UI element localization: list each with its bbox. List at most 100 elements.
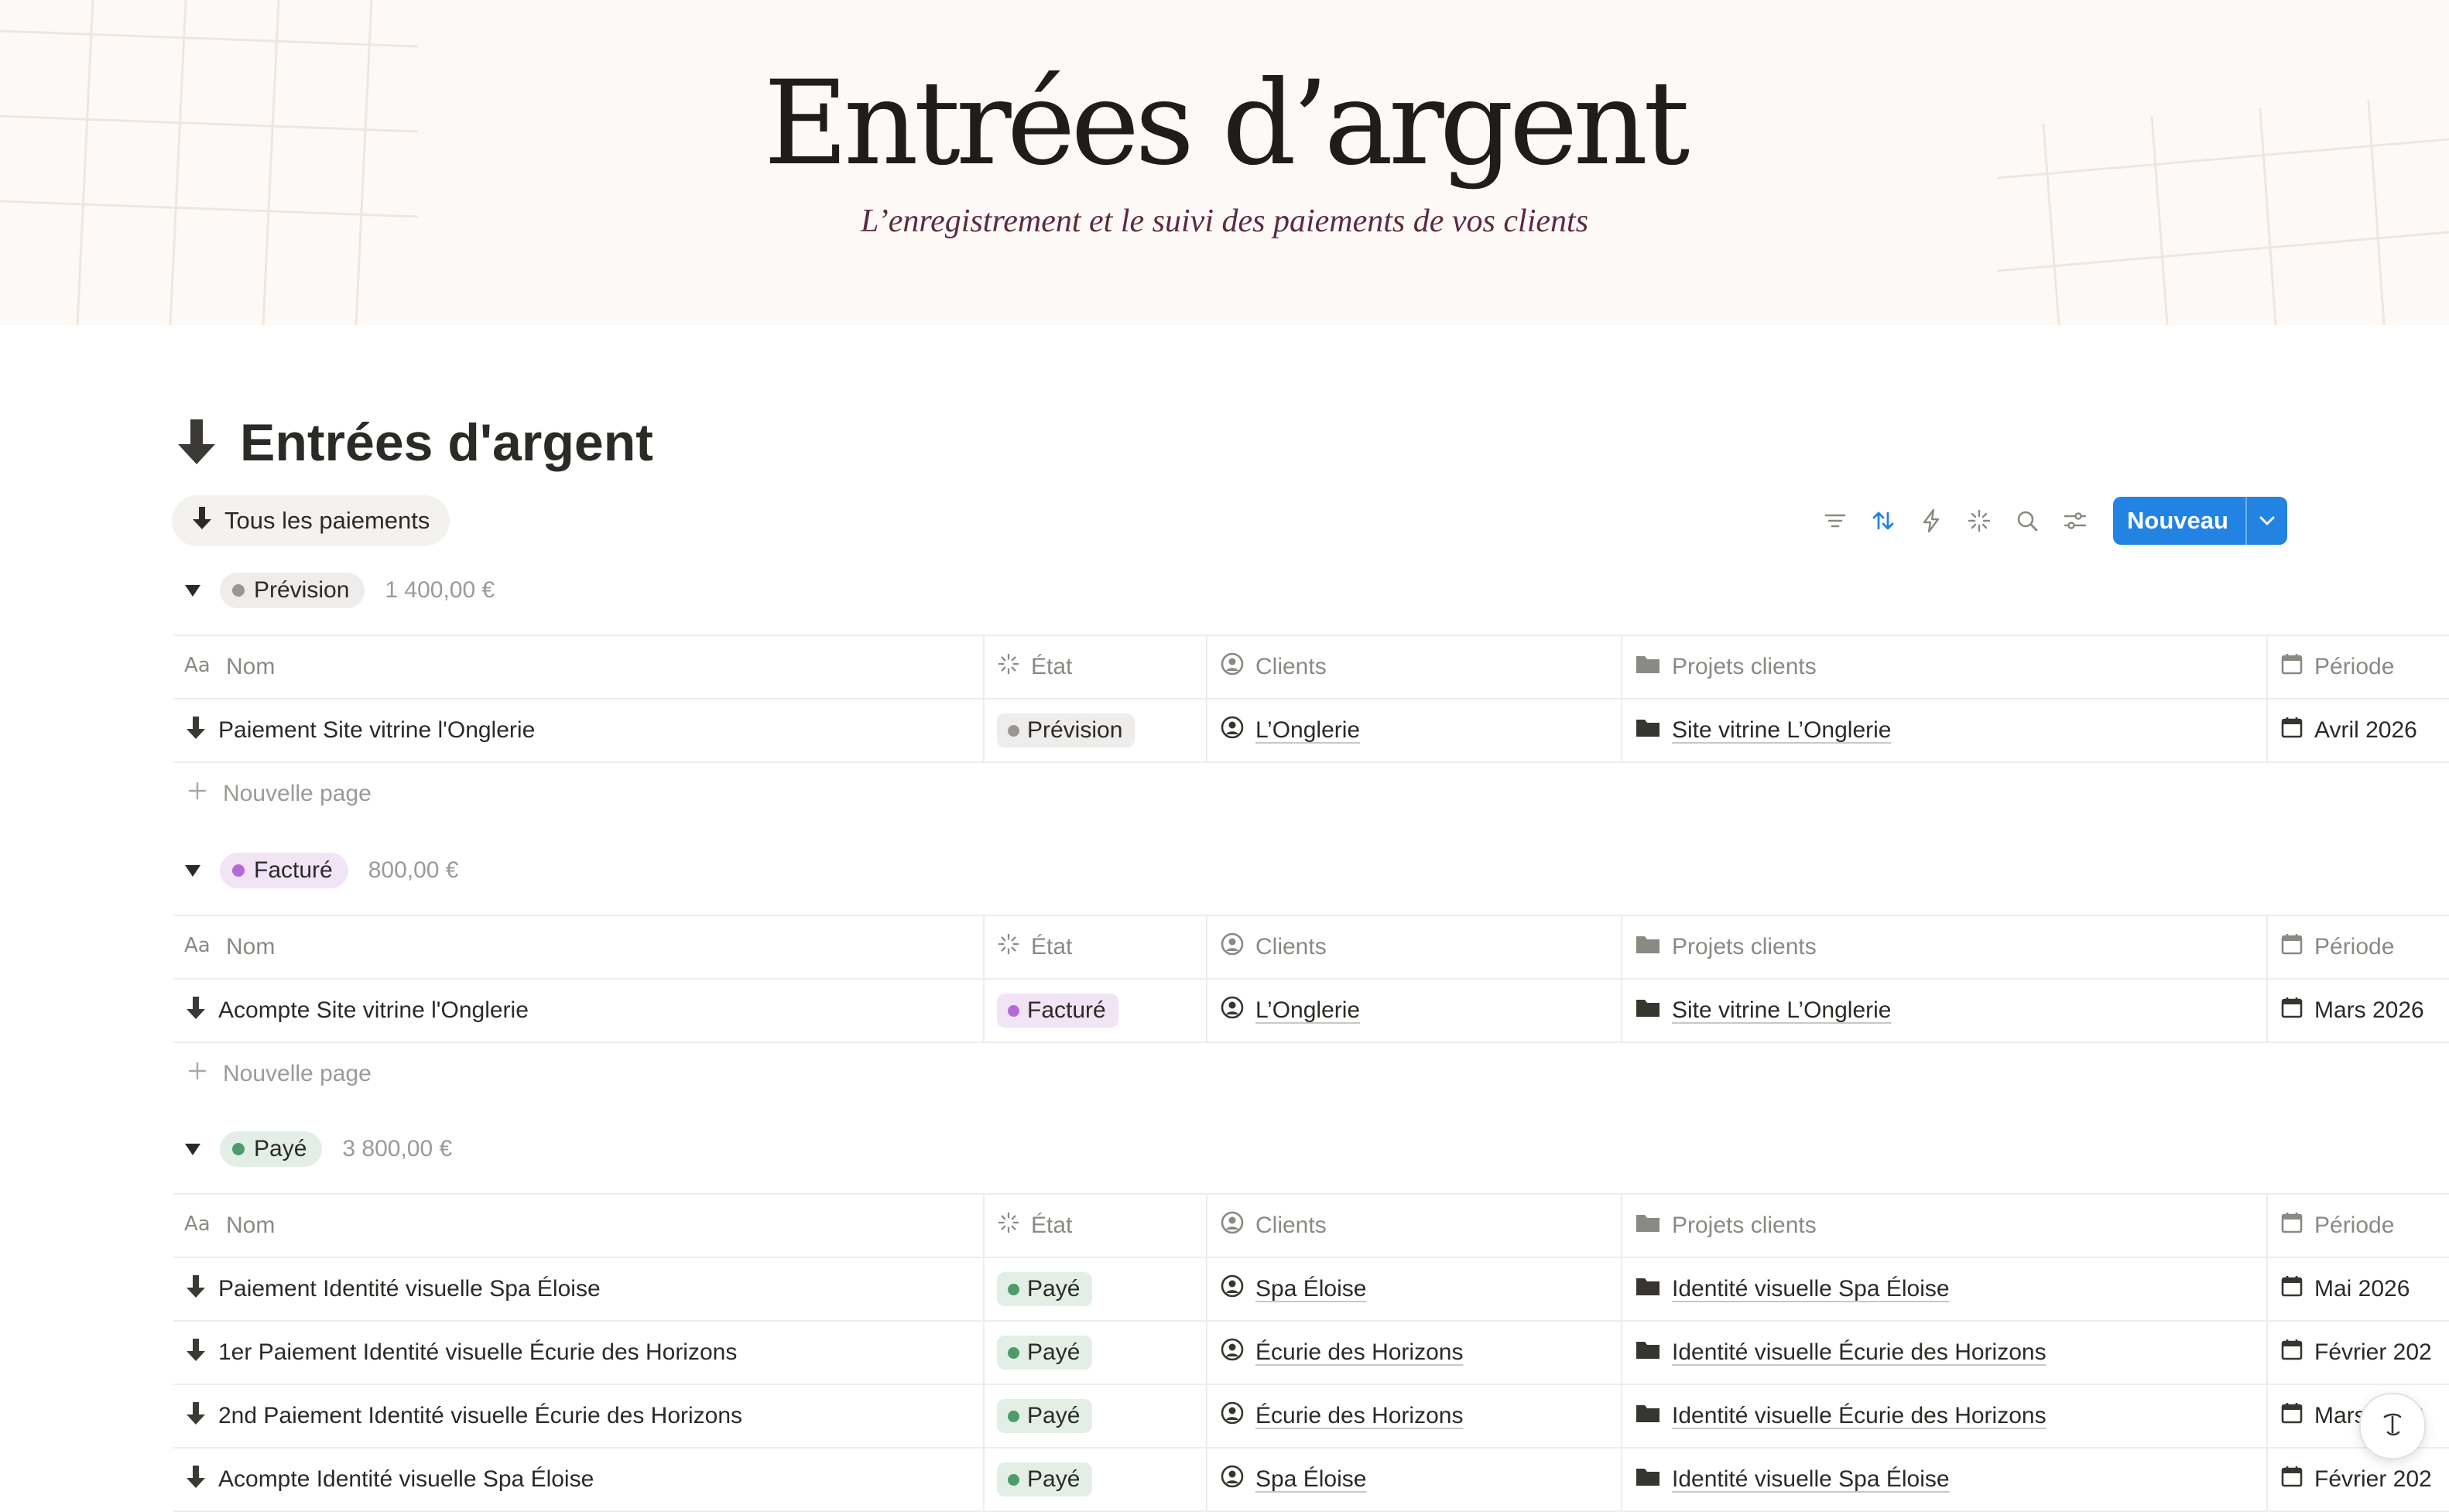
status-badge[interactable]: Facturé — [997, 994, 1118, 1028]
row-title[interactable]: Acompte Site vitrine l'Onglerie — [218, 997, 529, 1024]
column-header-state[interactable]: État — [983, 916, 1206, 978]
cell-state[interactable]: Payé — [983, 1449, 1206, 1510]
cell-name[interactable]: Acompte Site vitrine l'Onglerie — [173, 980, 989, 1042]
table-row[interactable]: Acompte Identité visuelle Spa Éloise Payé… — [173, 1449, 2449, 1512]
project-link[interactable]: Identité visuelle Écurie des Horizons — [1672, 1339, 2047, 1366]
client-link[interactable]: L’Onglerie — [1255, 997, 1360, 1024]
status-badge[interactable]: Payé — [997, 1336, 1093, 1370]
row-title[interactable]: Paiement Identité visuelle Spa Éloise — [218, 1276, 601, 1302]
status-badge[interactable]: Payé — [997, 1272, 1093, 1306]
sort-icon[interactable] — [1859, 495, 1907, 546]
column-header-period[interactable]: Période — [2266, 916, 2449, 978]
column-header-projects[interactable]: Projets clients — [1621, 636, 2266, 698]
cell-period[interactable]: Février 202 — [2266, 1322, 2449, 1384]
person-icon — [1220, 1274, 1245, 1305]
arrow-down-icon — [184, 1274, 207, 1305]
new-button-label[interactable]: Nouveau — [2113, 497, 2247, 545]
column-header-clients[interactable]: Clients — [1206, 1195, 1622, 1257]
client-link[interactable]: Écurie des Horizons — [1255, 1339, 1463, 1366]
status-badge[interactable]: Prévision — [997, 713, 1135, 747]
column-header-projects[interactable]: Projets clients — [1621, 916, 2266, 978]
status-badge[interactable]: Payé — [997, 1462, 1093, 1497]
column-header-period[interactable]: Période — [2266, 1195, 2449, 1257]
settings-sliders-icon[interactable] — [2051, 495, 2099, 546]
cell-project[interactable]: Identité visuelle Écurie des Horizons — [1621, 1322, 2266, 1384]
view-tab-all-payments[interactable]: Tous les paiements — [172, 495, 450, 546]
page-title-text[interactable]: Entrées d'argent — [240, 412, 653, 473]
cell-period[interactable]: Mars 2026 — [2266, 980, 2449, 1042]
period-value[interactable]: Avril 2026 — [2314, 717, 2417, 744]
cell-client[interactable]: L’Onglerie — [1206, 700, 1622, 761]
column-header-name[interactable]: Aa Nom — [173, 636, 989, 698]
cell-name[interactable]: 1er Paiement Identité visuelle Écurie de… — [173, 1322, 989, 1384]
cell-client[interactable]: Spa Éloise — [1206, 1449, 1622, 1510]
cell-state[interactable]: Prévision — [983, 700, 1206, 761]
toggle-triangle-icon[interactable] — [184, 582, 201, 599]
cell-client[interactable]: Écurie des Horizons — [1206, 1385, 1622, 1447]
group-status-pill[interactable]: Facturé — [220, 853, 348, 888]
column-header-name[interactable]: Aa Nom — [173, 916, 989, 978]
search-icon[interactable] — [2003, 495, 2051, 546]
cell-state[interactable]: Facturé — [983, 980, 1206, 1042]
arrow-down-icon[interactable] — [173, 416, 220, 470]
cell-project[interactable]: Identité visuelle Écurie des Horizons — [1621, 1385, 2266, 1447]
table-row[interactable]: Paiement Site vitrine l'Onglerie Prévisio… — [173, 700, 2449, 763]
cell-client[interactable]: Spa Éloise — [1206, 1258, 1622, 1320]
status-badge[interactable]: Payé — [997, 1399, 1093, 1433]
project-link[interactable]: Site vitrine L’Onglerie — [1672, 717, 1891, 744]
column-header-projects[interactable]: Projets clients — [1621, 1195, 2266, 1257]
cell-period[interactable]: Février 202 — [2266, 1449, 2449, 1510]
new-page-button[interactable]: Nouvelle page — [173, 1043, 2449, 1105]
column-header-label: Nom — [226, 1213, 276, 1238]
cell-name[interactable]: Paiement Site vitrine l'Onglerie — [173, 700, 989, 761]
column-header-name[interactable]: Aa Nom — [173, 1195, 989, 1257]
cell-name[interactable]: Acompte Identité visuelle Spa Éloise — [173, 1449, 989, 1510]
cell-client[interactable]: L’Onglerie — [1206, 980, 1622, 1042]
column-header-period[interactable]: Période — [2266, 636, 2449, 698]
chevron-down-icon[interactable] — [2247, 497, 2287, 545]
automation-bolt-icon[interactable] — [1907, 495, 1955, 546]
column-header-state[interactable]: État — [983, 636, 1206, 698]
cell-period[interactable]: Mai 2026 — [2266, 1258, 2449, 1320]
client-link[interactable]: Écurie des Horizons — [1255, 1403, 1463, 1429]
cell-state[interactable]: Payé — [983, 1322, 1206, 1384]
table-row[interactable]: 1er Paiement Identité visuelle Écurie de… — [173, 1322, 2449, 1385]
toggle-triangle-icon[interactable] — [184, 1141, 201, 1158]
cell-project[interactable]: Identité visuelle Spa Éloise — [1621, 1258, 2266, 1320]
group-status-pill[interactable]: Payé — [220, 1131, 323, 1167]
project-link[interactable]: Identité visuelle Spa Éloise — [1672, 1276, 1950, 1302]
new-page-button[interactable]: Nouvelle page — [173, 763, 2449, 825]
cell-project[interactable]: Site vitrine L’Onglerie — [1621, 700, 2266, 761]
project-link[interactable]: Identité visuelle Écurie des Horizons — [1672, 1403, 2047, 1429]
help-button[interactable] — [2359, 1393, 2426, 1459]
cell-name[interactable]: 2nd Paiement Identité visuelle Écurie de… — [173, 1385, 989, 1447]
column-header-state[interactable]: État — [983, 1195, 1206, 1257]
cell-period[interactable]: Avril 2026 — [2266, 700, 2449, 761]
cell-name[interactable]: Paiement Identité visuelle Spa Éloise — [173, 1258, 989, 1320]
header-banner: Entrées d’argent L’enregistrement et le … — [0, 0, 2449, 325]
filter-icon[interactable] — [1811, 495, 1859, 546]
loading-sparkle-icon[interactable] — [1955, 495, 2003, 546]
column-header-clients[interactable]: Clients — [1206, 636, 1622, 698]
table-row[interactable]: Paiement Identité visuelle Spa Éloise Pay… — [173, 1258, 2449, 1322]
client-link[interactable]: Spa Éloise — [1255, 1276, 1366, 1302]
toggle-triangle-icon[interactable] — [184, 862, 201, 879]
cell-project[interactable]: Identité visuelle Spa Éloise — [1621, 1449, 2266, 1510]
cell-state[interactable]: Payé — [983, 1385, 1206, 1447]
client-link[interactable]: L’Onglerie — [1255, 717, 1360, 744]
group-status-pill[interactable]: Prévision — [220, 573, 365, 608]
cell-state[interactable]: Payé — [983, 1258, 1206, 1320]
row-title[interactable]: 1er Paiement Identité visuelle Écurie de… — [218, 1339, 737, 1366]
new-button[interactable]: Nouveau — [2113, 497, 2287, 545]
row-title[interactable]: Paiement Site vitrine l'Onglerie — [218, 717, 535, 744]
column-header-clients[interactable]: Clients — [1206, 916, 1622, 978]
project-link[interactable]: Site vitrine L’Onglerie — [1672, 997, 1891, 1024]
period-value[interactable]: Février 202 — [2314, 1339, 2432, 1366]
row-title[interactable]: 2nd Paiement Identité visuelle Écurie de… — [218, 1403, 742, 1429]
table-row[interactable]: Acompte Site vitrine l'Onglerie Facturé L’… — [173, 980, 2449, 1043]
cell-project[interactable]: Site vitrine L’Onglerie — [1621, 980, 2266, 1042]
cell-client[interactable]: Écurie des Horizons — [1206, 1322, 1622, 1384]
period-value[interactable]: Mars 2026 — [2314, 997, 2424, 1024]
period-value[interactable]: Mai 2026 — [2314, 1276, 2410, 1302]
table-row[interactable]: 2nd Paiement Identité visuelle Écurie de… — [173, 1385, 2449, 1449]
